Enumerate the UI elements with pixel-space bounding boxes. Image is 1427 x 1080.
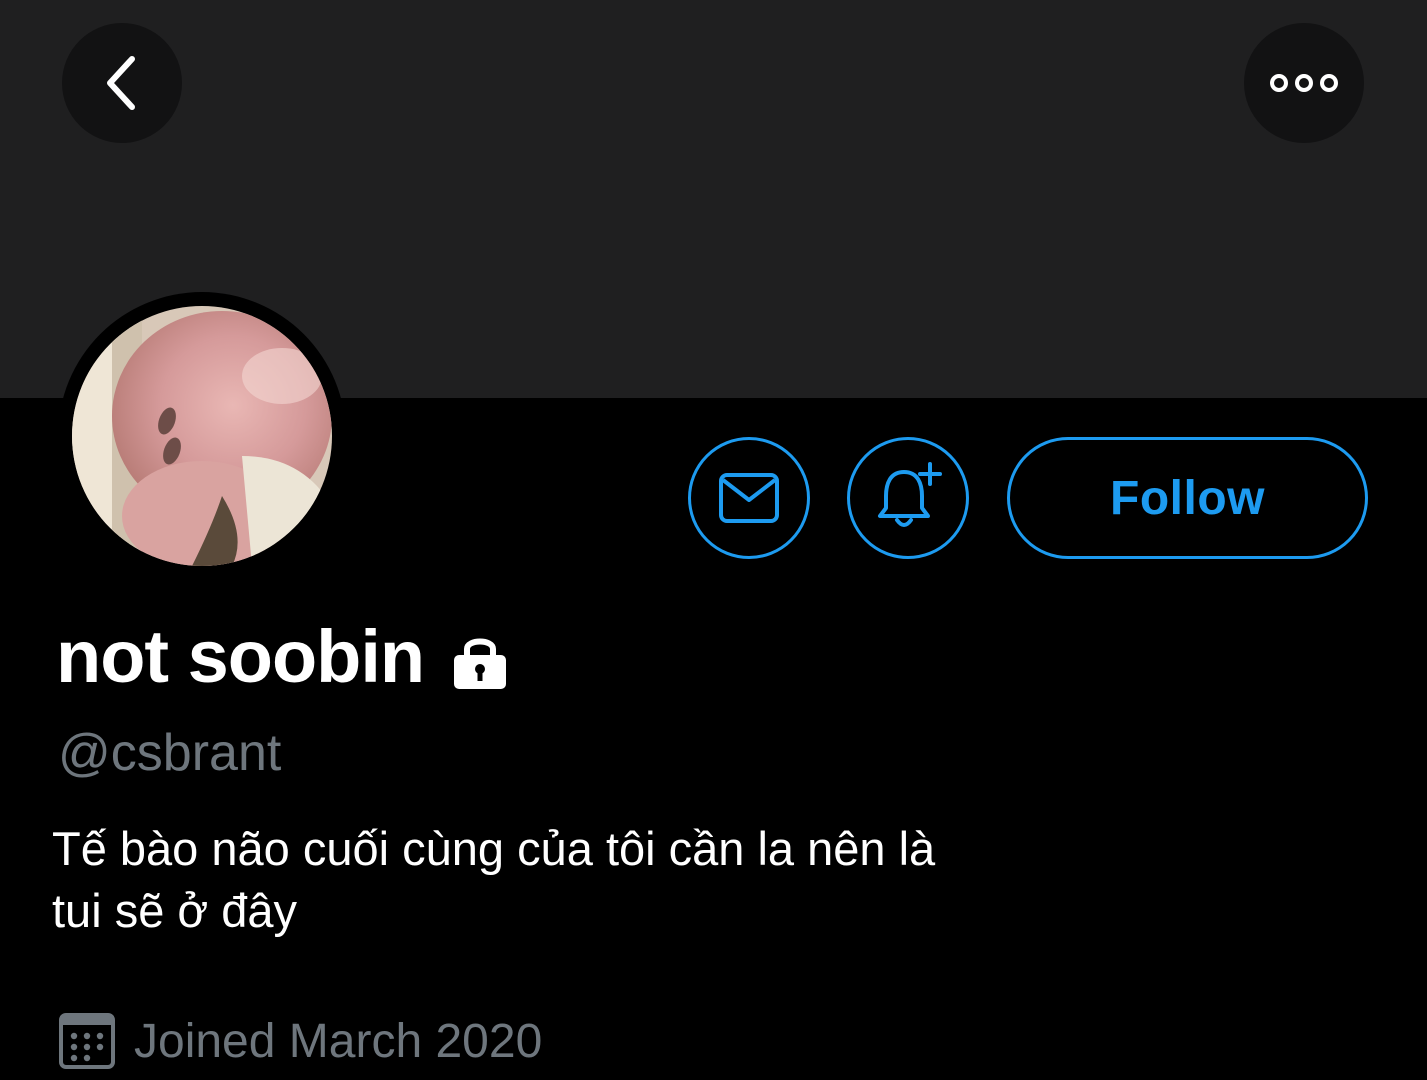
avatar-photo (72, 306, 332, 566)
follow-button[interactable]: Follow (1007, 437, 1368, 559)
joined-date-text: Joined March 2020 (134, 1014, 543, 1068)
chevron-left-icon (107, 56, 135, 110)
profile-handle: @csbrant (58, 724, 282, 782)
profile-screen: Follow not soobin @csbrant Tế bào não cu… (0, 0, 1427, 1080)
avatar[interactable] (72, 306, 332, 566)
more-options-button[interactable] (1244, 23, 1364, 143)
calendar-icon (59, 1013, 115, 1069)
back-button[interactable] (62, 23, 182, 143)
profile-bio: Tế bào não cuối cùng của tôi cần la nên … (52, 822, 936, 937)
envelope-icon (719, 473, 779, 523)
more-horizontal-icon (1270, 74, 1338, 92)
bell-plus-icon (878, 462, 942, 527)
notifications-button[interactable] (847, 437, 969, 559)
joined-date: Joined March 2020 (58, 1012, 542, 1070)
message-button[interactable] (688, 437, 810, 559)
profile-display-name: not soobin (56, 614, 510, 699)
display-name-text: not soobin (56, 615, 425, 698)
lock-icon (454, 638, 507, 689)
